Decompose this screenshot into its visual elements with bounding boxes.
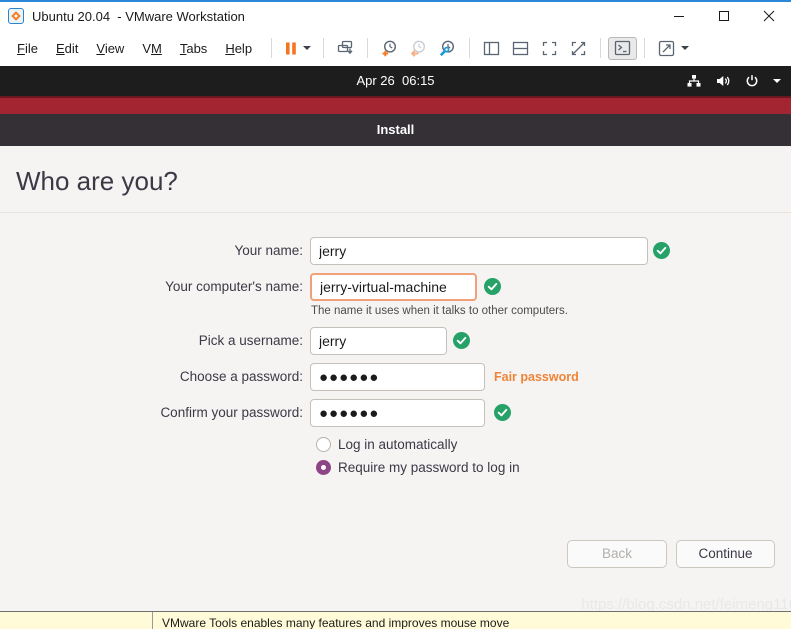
require-password-option[interactable]: Require my password to log in bbox=[316, 460, 520, 475]
fit-guest-icon bbox=[657, 39, 676, 58]
show-library-button[interactable] bbox=[477, 37, 506, 60]
computer-name-input[interactable] bbox=[310, 273, 477, 301]
suspend-vm-button[interactable] bbox=[279, 39, 316, 58]
radio-unselected-icon[interactable] bbox=[316, 437, 331, 452]
panel-left-icon bbox=[482, 39, 501, 58]
your-name-label: Your name: bbox=[0, 237, 303, 265]
password-strength-badge: Fair password bbox=[494, 363, 579, 391]
show-thumbnail-bar-button[interactable] bbox=[506, 37, 535, 60]
your-name-valid-icon bbox=[653, 242, 670, 259]
toolbar-separator bbox=[644, 38, 645, 58]
maximize-icon bbox=[718, 10, 730, 22]
fit-dropdown-caret-icon[interactable] bbox=[681, 46, 689, 50]
your-name-input[interactable] bbox=[310, 237, 648, 265]
power-icon bbox=[744, 73, 760, 89]
menu-help[interactable]: Help bbox=[216, 37, 261, 60]
close-button[interactable] bbox=[746, 2, 791, 30]
panel-bottom-icon bbox=[511, 39, 530, 58]
window-title: Ubuntu 20.04 - VMware Workstation bbox=[32, 9, 245, 24]
computer-name-hint: The name it uses when it talks to other … bbox=[311, 305, 568, 317]
network-icon bbox=[686, 73, 702, 89]
toolbar-separator bbox=[271, 38, 272, 58]
console-icon bbox=[613, 40, 632, 57]
statusbar-divider bbox=[152, 612, 153, 629]
confirm-password-valid-icon bbox=[494, 404, 511, 421]
computer-name-valid-icon bbox=[484, 278, 501, 295]
fullscreen-icon bbox=[540, 39, 559, 58]
toolbar-separator bbox=[367, 38, 368, 58]
menu-edit[interactable]: Edit bbox=[47, 37, 87, 60]
heading-divider bbox=[0, 212, 791, 213]
clock[interactable]: Apr 26 06:15 bbox=[0, 66, 791, 96]
manage-snapshots-icon bbox=[438, 39, 457, 58]
power-dropdown-caret-icon[interactable] bbox=[303, 46, 311, 50]
statusbar-message: VMware Tools enables many features and i… bbox=[162, 616, 509, 629]
toolbar-separator bbox=[469, 38, 470, 58]
require-password-label: Require my password to log in bbox=[338, 460, 520, 475]
computer-name-label: Your computer's name: bbox=[0, 273, 303, 301]
console-view-button[interactable] bbox=[608, 37, 637, 60]
login-automatically-label: Log in automatically bbox=[338, 437, 457, 452]
menu-view[interactable]: View bbox=[87, 37, 133, 60]
username-input[interactable] bbox=[310, 327, 447, 355]
page-title: Who are you? bbox=[16, 166, 178, 197]
titlebar: Ubuntu 20.04 - VMware Workstation bbox=[0, 0, 791, 30]
tray-caret-icon bbox=[773, 79, 781, 83]
pause-icon bbox=[284, 41, 298, 56]
close-icon bbox=[763, 10, 775, 22]
guest-accent-strip bbox=[0, 96, 791, 114]
revert-snapshot-icon bbox=[409, 39, 428, 58]
unity-mode-icon bbox=[569, 39, 588, 58]
menu-tabs[interactable]: Tabs bbox=[171, 37, 216, 60]
back-button[interactable]: Back bbox=[567, 540, 667, 568]
menu-toolbar: File Edit View VM Tabs Help bbox=[0, 30, 791, 66]
maximize-button[interactable] bbox=[701, 2, 746, 30]
manage-snapshots-button[interactable] bbox=[433, 37, 462, 60]
radio-selected-icon[interactable] bbox=[316, 460, 331, 475]
vmware-workstation-window: Ubuntu 20.04 - VMware Workstation File E… bbox=[0, 0, 791, 629]
take-snapshot-button[interactable] bbox=[375, 37, 404, 60]
confirm-password-label: Confirm your password: bbox=[0, 399, 303, 427]
take-snapshot-icon bbox=[380, 39, 399, 58]
minimize-icon bbox=[673, 10, 685, 22]
fit-guest-button[interactable] bbox=[652, 37, 694, 60]
vmware-logo-icon bbox=[8, 8, 24, 24]
menu-file[interactable]: File bbox=[8, 37, 47, 60]
system-tray[interactable] bbox=[686, 66, 781, 96]
volume-icon bbox=[715, 73, 731, 89]
continue-button[interactable]: Continue bbox=[676, 540, 775, 568]
password-label: Choose a password: bbox=[0, 363, 303, 391]
menu-vm[interactable]: VM bbox=[133, 37, 171, 60]
login-automatically-option[interactable]: Log in automatically bbox=[316, 437, 457, 452]
password-input[interactable] bbox=[310, 363, 485, 391]
enter-fullscreen-button[interactable] bbox=[535, 37, 564, 60]
statusbar: VMware Tools enables many features and i… bbox=[0, 612, 791, 629]
window-controls bbox=[656, 2, 791, 30]
minimize-button[interactable] bbox=[656, 2, 701, 30]
confirm-password-input[interactable] bbox=[310, 399, 485, 427]
toolbar-separator bbox=[600, 38, 601, 58]
revert-snapshot-button[interactable] bbox=[404, 37, 433, 60]
toolbar-separator bbox=[323, 38, 324, 58]
username-valid-icon bbox=[453, 332, 470, 349]
username-label: Pick a username: bbox=[0, 327, 303, 355]
send-ctrl-alt-del-button[interactable] bbox=[331, 37, 360, 60]
installer-titlebar: Install bbox=[0, 114, 791, 146]
ctrl-alt-del-icon bbox=[336, 39, 355, 58]
unity-mode-button[interactable] bbox=[564, 37, 593, 60]
gnome-top-bar: Apr 26 06:15 bbox=[0, 66, 791, 96]
